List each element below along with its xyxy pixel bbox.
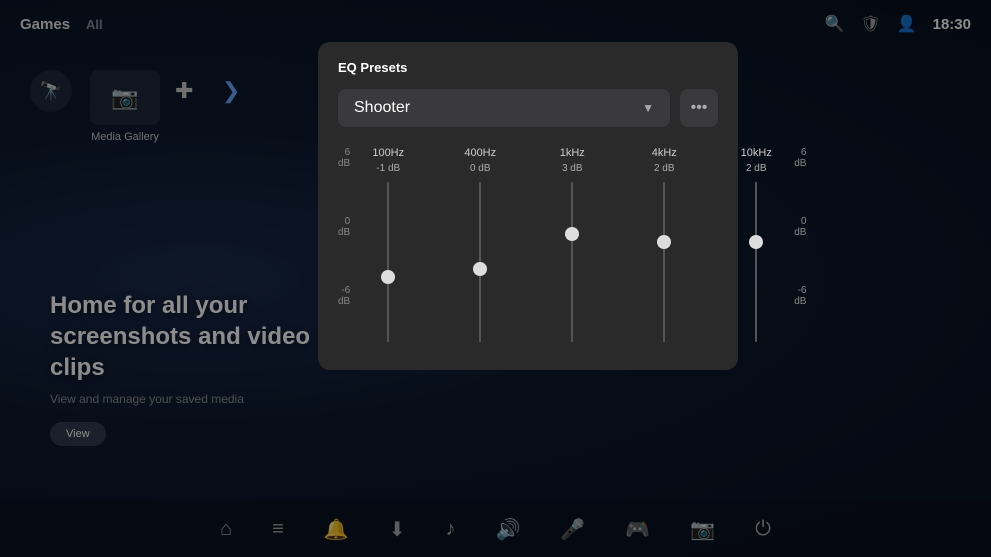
slider-thumb-100hz[interactable] (381, 270, 395, 284)
eq-modal-title: EQ Presets (338, 60, 407, 75)
db-1khz: 3 dB (562, 163, 583, 174)
db-100hz: -1 dB (376, 163, 400, 174)
eq-more-button[interactable]: ••• (680, 89, 718, 127)
slider-track-4khz (663, 182, 665, 342)
dropdown-arrow-icon: ▼ (642, 101, 654, 115)
scale-top-right: 6 dB (794, 147, 806, 169)
freq-100hz: 100Hz (372, 147, 404, 159)
scale-top-left: 6 dB (338, 147, 350, 169)
slider-1khz[interactable] (571, 182, 573, 342)
more-icon: ••• (691, 99, 708, 117)
slider-thumb-1khz[interactable] (565, 227, 579, 241)
freq-4khz: 4kHz (652, 147, 677, 159)
eq-modal-header: EQ Presets (338, 60, 718, 75)
slider-thumb-400hz[interactable] (473, 262, 487, 276)
eq-bands: 100Hz -1 dB 400Hz 0 dB 1kHz 3 dB (358, 147, 786, 342)
db-400hz: 0 dB (470, 163, 491, 174)
db-4khz: 2 dB (654, 163, 675, 174)
eq-band-10khz: 10kHz 2 dB (726, 147, 786, 342)
scale-mid-left: 0 dB (338, 216, 350, 238)
scale-bot-left: -6 dB (338, 285, 350, 307)
eq-modal: EQ Presets Shooter ▼ ••• 6 dB 0 dB -6 dB… (318, 42, 738, 370)
slider-10khz[interactable] (755, 182, 757, 342)
eq-band-4khz: 4kHz 2 dB (634, 147, 694, 342)
slider-track-10khz (755, 182, 757, 342)
slider-4khz[interactable] (663, 182, 665, 342)
slider-track-100hz (387, 182, 389, 342)
freq-400hz: 400Hz (464, 147, 496, 159)
slider-track-1khz (571, 182, 573, 342)
db-10khz: 2 dB (746, 163, 767, 174)
eq-scale-right: 6 dB 0 dB -6 dB (794, 147, 806, 307)
eq-dropdown-row: Shooter ▼ ••• (338, 89, 718, 127)
slider-100hz[interactable] (387, 182, 389, 342)
eq-band-400hz: 400Hz 0 dB (450, 147, 510, 342)
scale-bot-right: -6 dB (794, 285, 806, 307)
freq-10khz: 10kHz (741, 147, 772, 159)
eq-content: 6 dB 0 dB -6 dB 100Hz -1 dB 400Hz 0 dB (338, 147, 718, 342)
slider-thumb-4khz[interactable] (657, 235, 671, 249)
eq-preset-dropdown[interactable]: Shooter ▼ (338, 89, 670, 127)
freq-1khz: 1kHz (560, 147, 585, 159)
eq-preset-value: Shooter (354, 99, 410, 117)
eq-band-100hz: 100Hz -1 dB (358, 147, 418, 342)
slider-400hz[interactable] (479, 182, 481, 342)
eq-scale-left: 6 dB 0 dB -6 dB (338, 147, 350, 307)
slider-thumb-10khz[interactable] (749, 235, 763, 249)
eq-band-1khz: 1kHz 3 dB (542, 147, 602, 342)
scale-mid-right: 0 dB (794, 216, 806, 238)
